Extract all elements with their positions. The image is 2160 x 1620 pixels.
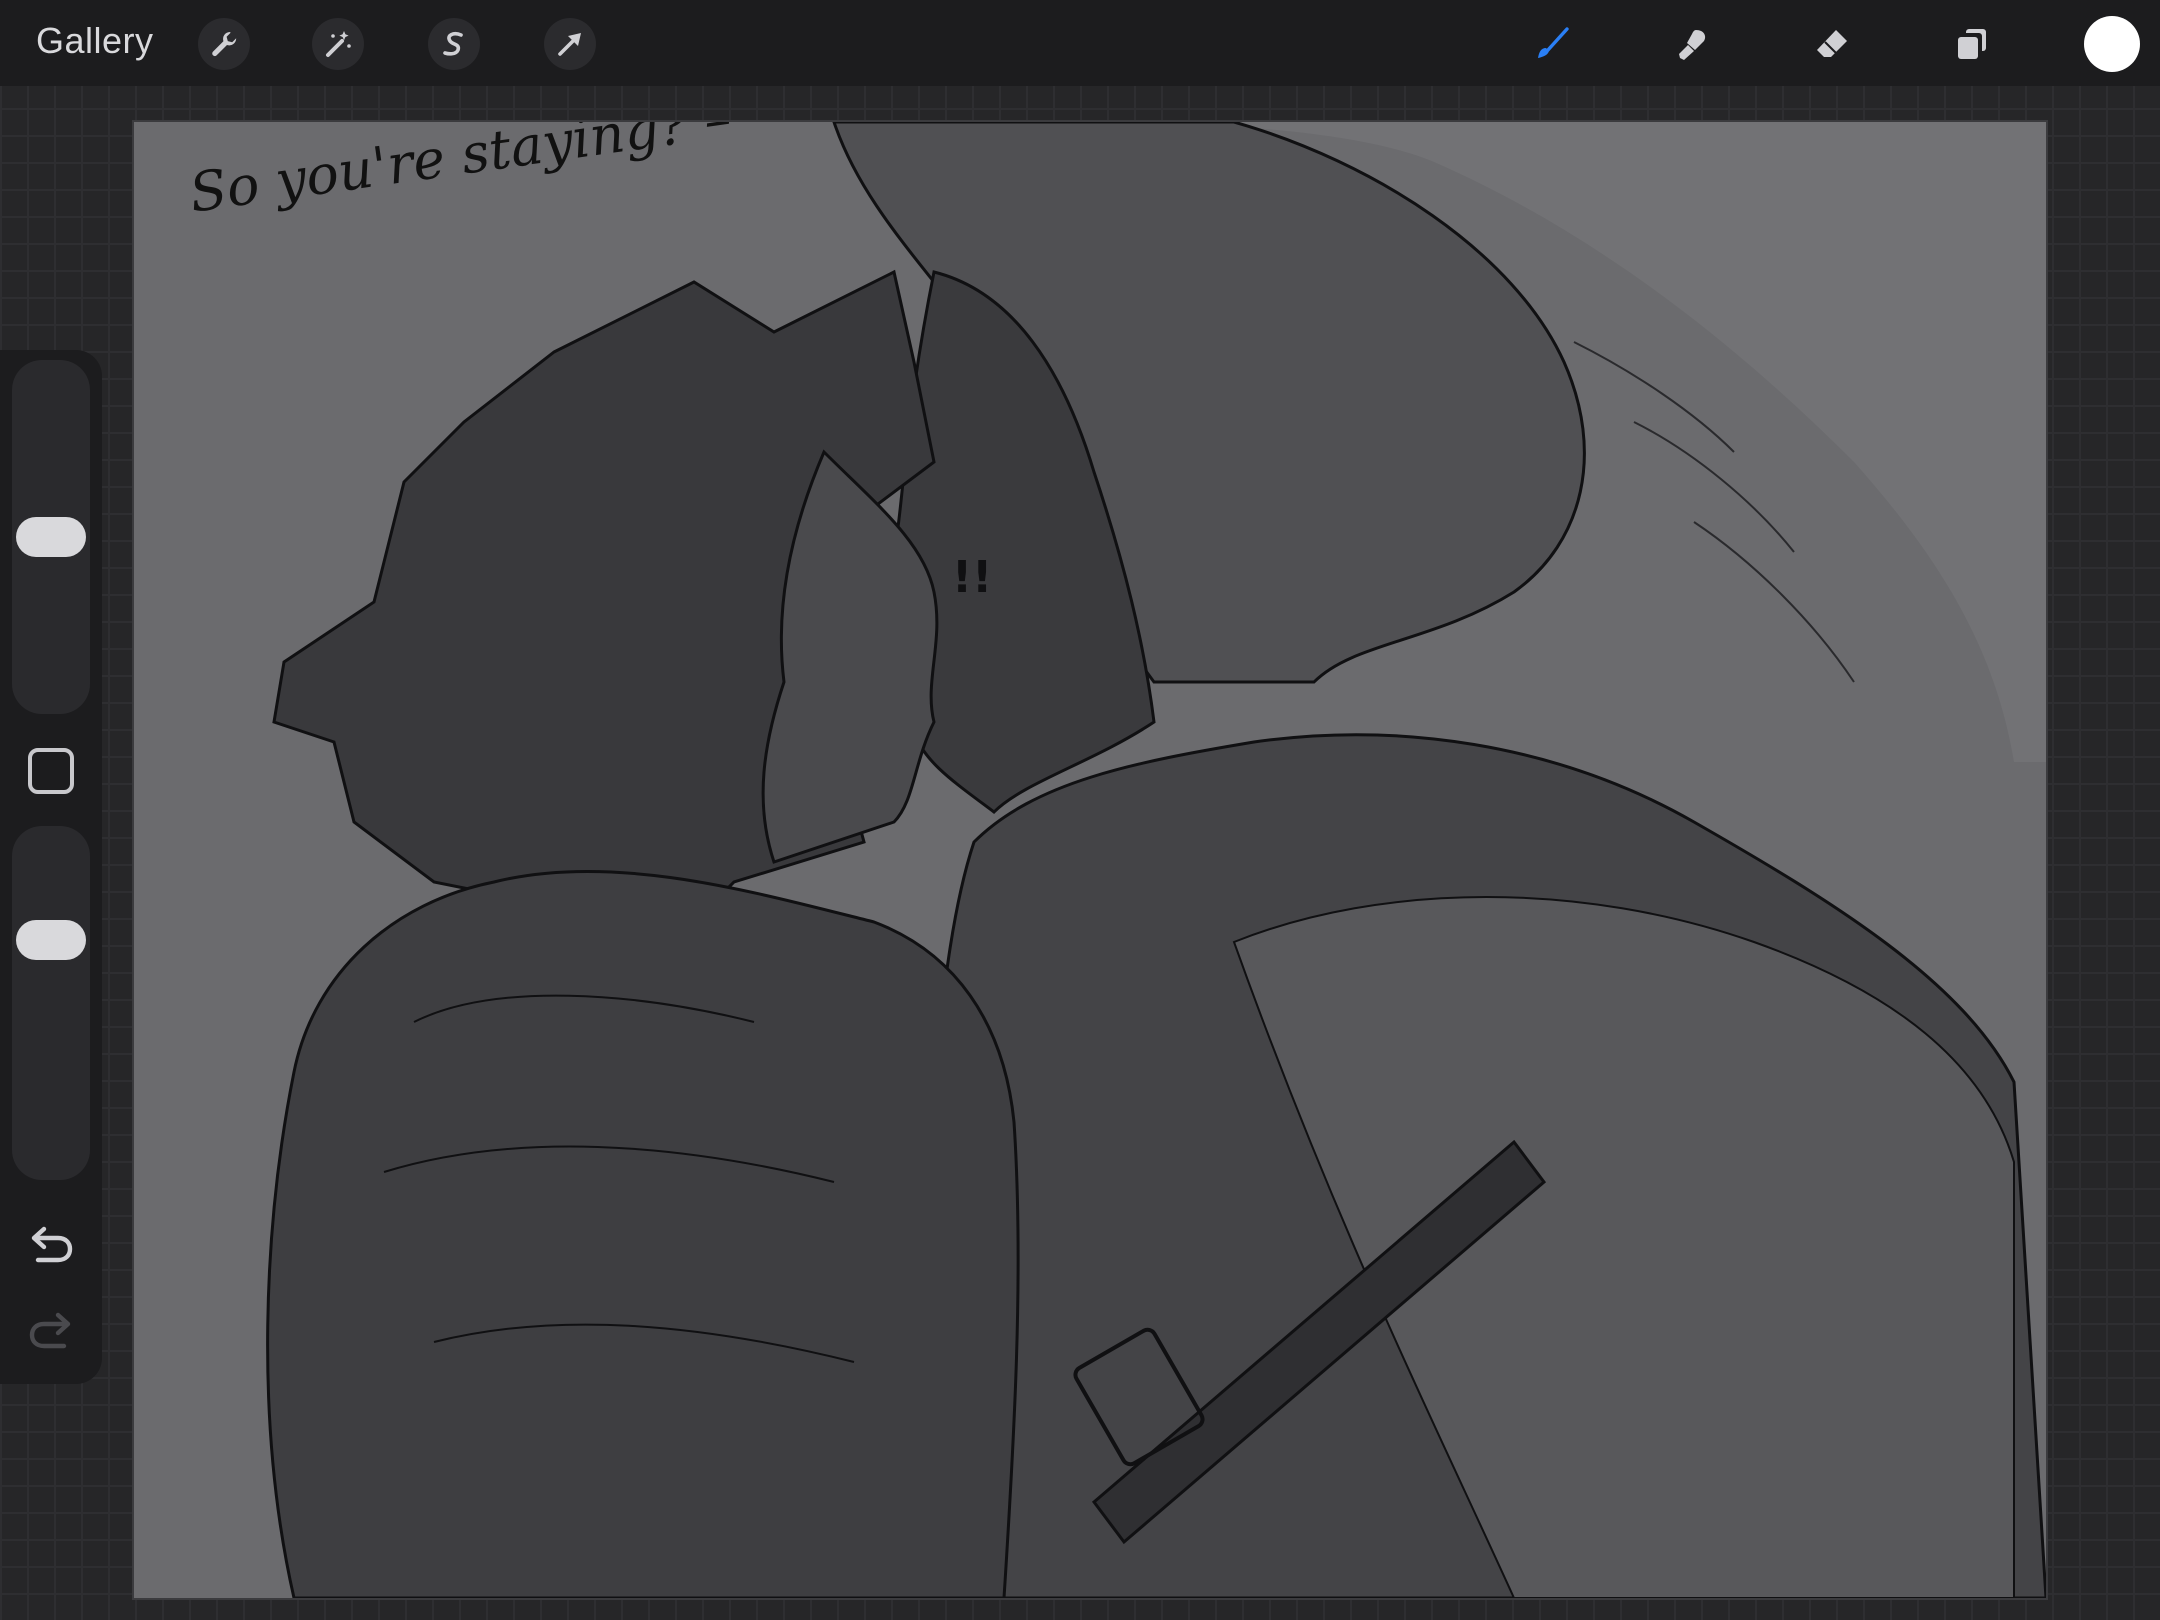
artwork-illustration: !! <box>266 122 2046 1598</box>
eraser-tool-button[interactable] <box>1806 18 1858 70</box>
brush-tool-button[interactable] <box>1526 18 1578 70</box>
gallery-button[interactable]: Gallery <box>36 20 154 62</box>
opacity-slider-thumb[interactable] <box>16 920 86 961</box>
redo-button[interactable] <box>24 1308 78 1358</box>
redo-icon <box>29 1312 71 1349</box>
arrow-cursor-icon <box>558 33 581 56</box>
layers-button[interactable] <box>1946 18 1998 70</box>
selection-button[interactable] <box>428 18 480 70</box>
transform-button[interactable] <box>544 18 596 70</box>
brush-icon <box>1538 27 1569 58</box>
smudge-icon <box>1679 30 1706 60</box>
color-picker-swatch[interactable] <box>2084 16 2140 72</box>
undo-icon <box>31 1226 73 1263</box>
modify-button[interactable] <box>28 748 74 794</box>
magic-wand-icon <box>326 31 351 57</box>
wrench-icon <box>212 32 237 57</box>
left-sidebar <box>0 350 102 1384</box>
opacity-slider[interactable] <box>12 826 90 1180</box>
actions-button[interactable] <box>198 18 250 70</box>
selection-s-icon <box>443 32 463 56</box>
drawing-canvas[interactable]: !! So you're staying? – <box>134 122 2046 1598</box>
eraser-icon <box>1817 30 1847 57</box>
undo-button[interactable] <box>24 1222 78 1272</box>
exclamation-mark: !! <box>952 552 992 603</box>
smudge-tool-button[interactable] <box>1666 18 1718 70</box>
brush-size-slider-thumb[interactable] <box>16 517 86 557</box>
layers-icon <box>1958 29 1986 59</box>
top-toolbar: Gallery <box>0 0 2160 86</box>
adjustments-button[interactable] <box>312 18 364 70</box>
